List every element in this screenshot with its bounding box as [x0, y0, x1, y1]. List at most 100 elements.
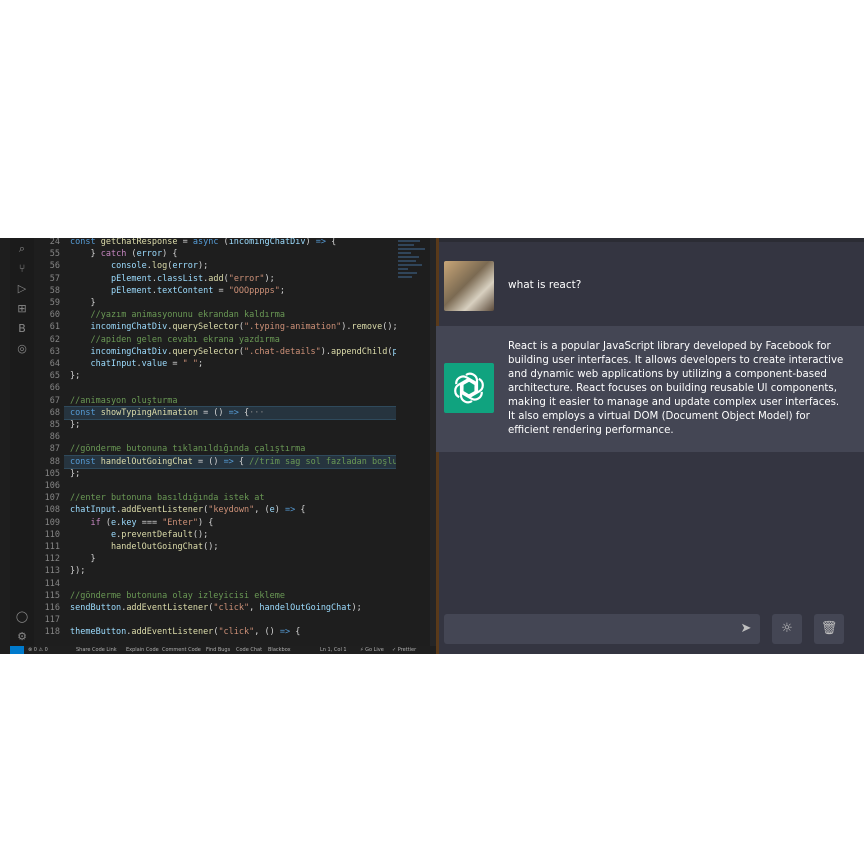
status-item[interactable]: ⚡ Go Live	[360, 647, 384, 653]
code-line[interactable]: //yazım animasyonunu ekrandan kaldırma	[70, 309, 284, 321]
chat-input[interactable]: ➤	[444, 614, 760, 644]
line-number: 62	[49, 334, 60, 345]
code-line[interactable]: } catch (error) {	[70, 248, 177, 260]
line-number: 85	[49, 420, 60, 430]
folded-code-line[interactable]: const showTypingAnimation = () => {···	[64, 405, 396, 420]
line-number: 56	[49, 261, 60, 272]
status-item[interactable]: Ln 1, Col 1	[320, 647, 347, 653]
blackbox-icon[interactable]: B	[15, 322, 29, 336]
line-number: 112	[44, 554, 60, 565]
folded-code-line[interactable]: const handelOutGoingChat = () => { //tri…	[64, 454, 396, 469]
account-icon[interactable]: ◯	[15, 610, 29, 624]
code-line[interactable]: chatInput.addEventListener("keydown", (e…	[70, 504, 306, 516]
line-number: 118	[44, 627, 60, 638]
status-item[interactable]: Explain Code	[126, 647, 159, 653]
sun-icon: ☼	[781, 621, 793, 636]
code-line[interactable]: });	[70, 565, 85, 577]
code-area[interactable]: const getChatResponse = async (incomingC…	[64, 238, 396, 646]
line-number: 87	[49, 444, 60, 455]
line-number: 108	[44, 505, 60, 516]
openai-logo-icon	[444, 363, 494, 413]
remote-indicator[interactable]	[10, 646, 24, 654]
line-number: 105	[44, 468, 60, 479]
code-line[interactable]: //apiden gelen cevabı ekrana yazdırma	[70, 334, 279, 346]
code-line[interactable]: handelOutGoingChat();	[70, 541, 218, 553]
code-line[interactable]: const getChatResponse = async (incomingC…	[70, 238, 336, 248]
remote-icon[interactable]: ◎	[15, 342, 29, 356]
line-number: 109	[44, 517, 60, 528]
code-line[interactable]: incomingChatDiv.querySelector(".typing-a…	[70, 321, 396, 333]
code-line[interactable]: //gönderme butonuna olay izleyicisi ekle…	[70, 590, 285, 602]
code-editor: ⌕ ⑂ ▷ ⊞ B ◎ ◯ ⚙ 24 55 56 57 58 59 60 61 62 63 64 65…	[0, 238, 436, 654]
code-line[interactable]: pElement.classList.add("error");	[70, 273, 275, 285]
code-line[interactable]: //animasyon oluşturma	[70, 395, 177, 407]
line-number: 111	[44, 542, 60, 552]
user-message-text: what is react?	[508, 279, 582, 291]
code-line[interactable]: };	[70, 370, 80, 382]
line-number: 106	[44, 481, 60, 491]
line-number: 68	[49, 407, 60, 418]
code-line[interactable]: incomingChatDiv.querySelector(".chat-det…	[70, 346, 396, 358]
code-line[interactable]: pElement.textContent = "OOOpppps";	[70, 285, 285, 297]
theme-toggle-button[interactable]: ☼	[772, 614, 802, 644]
line-number: 113	[44, 566, 60, 577]
problems-indicator[interactable]: ⊗ 0 ⚠ 0	[28, 647, 48, 653]
browser-tab-strip	[436, 238, 864, 242]
line-number-gutter: 24 55 56 57 58 59 60 61 62 63 64 65 66 67 68 85 86 87 88 10…	[34, 238, 64, 646]
chat-app: what is react? React is a popular JavaSc…	[436, 238, 864, 654]
line-number: 86	[49, 432, 60, 443]
minimap[interactable]	[398, 238, 430, 298]
line-number: 107	[44, 493, 60, 504]
code-line[interactable]: themeButton.addEventListener("click", ()…	[70, 626, 300, 638]
line-number: 65	[49, 371, 60, 382]
line-number: 64	[49, 359, 60, 369]
source-control-icon[interactable]: ⑂	[15, 262, 29, 276]
code-line[interactable]: console.log(error);	[70, 260, 208, 272]
line-number: 116	[44, 603, 60, 613]
run-debug-icon[interactable]: ▷	[15, 282, 29, 296]
code-line[interactable]: };	[70, 468, 80, 480]
line-number: 67	[49, 395, 60, 406]
code-line[interactable]: //enter butonuna basıldığında istek at	[70, 492, 264, 504]
line-number: 66	[49, 383, 60, 394]
trash-icon: 🗑	[820, 621, 838, 636]
line-number: 88	[49, 456, 60, 467]
line-number: 110	[44, 529, 60, 540]
line-number: 114	[44, 578, 60, 589]
code-line[interactable]: chatInput.value = " ";	[70, 358, 203, 370]
ai-message-text: React is a popular JavaScript library de…	[508, 341, 844, 436]
line-number: 61	[49, 322, 60, 333]
code-line[interactable]: e.preventDefault();	[70, 529, 208, 541]
gear-icon[interactable]: ⚙	[15, 630, 29, 644]
line-number: 115	[44, 590, 60, 601]
line-number: 63	[49, 346, 60, 357]
code-line[interactable]: };	[70, 419, 80, 431]
status-item[interactable]: Comment Code	[162, 647, 201, 653]
status-item[interactable]: Find Bugs	[206, 647, 230, 653]
code-line[interactable]: }	[70, 297, 95, 309]
search-icon[interactable]: ⌕	[15, 242, 29, 256]
status-item[interactable]: Blackbox	[268, 647, 291, 653]
line-number: 58	[49, 285, 60, 296]
status-bar: ⊗ 0 ⚠ 0 Share Code Link Explain Code Com…	[10, 646, 436, 654]
user-avatar	[444, 261, 494, 311]
status-item[interactable]: Share Code Link	[76, 647, 117, 653]
ai-message-row: React is a popular JavaScript library de…	[436, 326, 864, 452]
delete-chats-button[interactable]: 🗑	[814, 614, 844, 644]
extensions-icon[interactable]: ⊞	[15, 302, 29, 316]
screenshot: ⌕ ⑂ ▷ ⊞ B ◎ ◯ ⚙ 24 55 56 57 58 59 60 61 62 63 64 65…	[0, 238, 864, 654]
code-line[interactable]: }	[70, 553, 95, 565]
code-line[interactable]: if (e.key === "Enter") {	[70, 517, 213, 529]
send-icon[interactable]: ➤	[738, 621, 754, 637]
line-number: 24	[49, 238, 60, 247]
line-number: 57	[49, 273, 60, 284]
activity-bar: ⌕ ⑂ ▷ ⊞ B ◎ ◯ ⚙	[10, 238, 34, 646]
line-number: 60	[49, 310, 60, 321]
user-message-row: what is react?	[436, 250, 864, 320]
code-line[interactable]: //gönderme butonuna tıklanıldığında çalı…	[70, 443, 305, 455]
line-number: 117	[44, 615, 60, 626]
status-item[interactable]: ✓ Prettier	[392, 647, 416, 653]
code-line[interactable]: sendButton.addEventListener("click", han…	[70, 602, 362, 614]
line-number: 59	[49, 298, 60, 308]
status-item[interactable]: Code Chat	[236, 647, 262, 653]
